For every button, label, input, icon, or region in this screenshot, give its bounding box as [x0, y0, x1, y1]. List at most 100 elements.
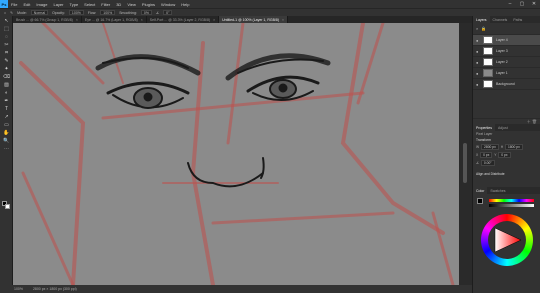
- smoothing-field[interactable]: 0%: [140, 10, 152, 15]
- eye-icon[interactable]: ●: [476, 38, 480, 43]
- vertical-scrollbar[interactable]: [459, 23, 472, 285]
- menu-plugins[interactable]: Plugins: [139, 2, 158, 7]
- menu-3d[interactable]: 3D: [113, 2, 124, 7]
- menu-file[interactable]: File: [8, 2, 20, 7]
- angle-field[interactable]: 0.00°: [480, 160, 495, 166]
- brush-tool-icon[interactable]: ✎: [2, 57, 11, 64]
- brush-icon[interactable]: ✎: [10, 11, 13, 15]
- layer-name: Layer 3: [496, 49, 508, 53]
- menu-layer[interactable]: Layer: [50, 2, 66, 7]
- color-wheel[interactable]: [481, 214, 533, 266]
- menu-type[interactable]: Type: [67, 2, 82, 7]
- minimize-button[interactable]: –: [504, 0, 516, 8]
- tab-color[interactable]: Color: [473, 187, 488, 194]
- layer-name: Layer 1: [496, 71, 508, 75]
- more-tools-icon[interactable]: ⋯: [2, 145, 11, 152]
- close-button[interactable]: ✕: [528, 0, 540, 8]
- hand-tool-icon[interactable]: ✋: [2, 129, 11, 136]
- menu-window[interactable]: Window: [158, 2, 178, 7]
- layer-name: Background: [496, 82, 515, 86]
- dodge-tool-icon[interactable]: ◐: [2, 89, 11, 96]
- eraser-tool-icon[interactable]: ⌫: [2, 73, 11, 80]
- lock-icon[interactable]: 🔒: [481, 26, 486, 31]
- document-tab-active[interactable]: Untitled-1 @ 100% (Layer 1, RGB/8) ×: [219, 16, 289, 23]
- layer-thumbnail: [483, 80, 493, 88]
- color-panel-body: [473, 194, 540, 266]
- menu-select[interactable]: Select: [81, 2, 98, 7]
- shape-tool-icon[interactable]: ▭: [2, 121, 11, 128]
- layer-row[interactable]: ● Layer 2: [473, 57, 540, 68]
- tab-paths[interactable]: Paths: [510, 18, 525, 22]
- zoom-tool-icon[interactable]: 🔍: [2, 137, 11, 144]
- brightness-slider[interactable]: [489, 204, 534, 207]
- document-tab[interactable]: Eye ... @ 16.7% (Layer 1, RGB/8) ×: [82, 16, 147, 23]
- close-tab-icon[interactable]: ×: [282, 18, 284, 22]
- color-triangle[interactable]: [491, 224, 523, 256]
- document-canvas[interactable]: [13, 23, 459, 285]
- angle-field[interactable]: 0°: [163, 10, 173, 15]
- menu-help[interactable]: Help: [178, 2, 192, 7]
- crop-tool-icon[interactable]: ✂: [2, 41, 11, 48]
- menu-filter[interactable]: Filter: [98, 2, 113, 7]
- new-layer-icon[interactable]: ＋: [527, 119, 531, 124]
- maximize-button[interactable]: ▢: [516, 0, 528, 8]
- opacity-field[interactable]: 100%: [68, 10, 84, 15]
- flow-label: Flow:: [87, 10, 97, 15]
- right-panels: Layers Channels Paths ⌕ 🔒 ● Layer 4 ● La…: [472, 16, 540, 293]
- tab-layers[interactable]: Layers: [473, 16, 490, 23]
- layer-row[interactable]: ● Background: [473, 79, 540, 90]
- options-bar: ⌂ ✎ Mode: Normal Opacity: 100% Flow: 100…: [0, 8, 540, 16]
- width-field[interactable]: 2800 px: [481, 144, 499, 150]
- frame-tool-icon[interactable]: ⌗: [2, 49, 11, 56]
- flow-field[interactable]: 100%: [100, 10, 116, 15]
- document-tab[interactable]: Self-Port ... @ 33.3% (Layer 2, RGB/8) ×: [147, 16, 220, 23]
- y-field[interactable]: 0 px: [498, 152, 511, 158]
- angle-icon: ∠: [155, 10, 160, 15]
- status-bar: 100% 2800 px × 1800 px (300 ppi): [0, 285, 472, 293]
- menu-bar: Ps File Edit Image Layer Type Select Fil…: [0, 0, 540, 8]
- layer-row[interactable]: ● Layer 1: [473, 68, 540, 79]
- pen-tool-icon[interactable]: ✒: [2, 97, 11, 104]
- lasso-tool-icon[interactable]: ◌: [2, 33, 11, 40]
- zoom-level[interactable]: 100%: [14, 287, 23, 291]
- background-color-swatch[interactable]: [5, 204, 10, 209]
- home-icon[interactable]: ⌂: [4, 11, 6, 15]
- layer-row[interactable]: ● Layer 4: [473, 35, 540, 46]
- layer-thumbnail: [483, 36, 493, 44]
- properties-panel-tabs: Properties Adjust: [473, 124, 540, 131]
- menu-edit[interactable]: Edit: [20, 2, 33, 7]
- hue-slider[interactable]: [489, 199, 534, 202]
- trash-icon[interactable]: 🗑: [532, 119, 537, 124]
- eye-icon[interactable]: ●: [476, 71, 480, 76]
- eye-icon[interactable]: ●: [476, 49, 480, 54]
- tab-swatches[interactable]: Swatches: [487, 189, 508, 193]
- layer-row[interactable]: ● Layer 3: [473, 46, 540, 57]
- eye-icon[interactable]: ●: [476, 82, 480, 87]
- marquee-tool-icon[interactable]: ⬚: [2, 25, 11, 32]
- transform-wh-row: W 2800 px H 1800 px: [473, 143, 540, 151]
- x-field[interactable]: 0 px: [480, 152, 493, 158]
- eye-icon[interactable]: ●: [476, 60, 480, 65]
- scrollbar-thumb[interactable]: [463, 143, 467, 183]
- healing-tool-icon[interactable]: ✦: [2, 65, 11, 72]
- angle-icon: ∠: [476, 161, 479, 165]
- y-label: Y: [494, 153, 497, 157]
- document-tab[interactable]: Brush ... @ 66.7% (Group 1, RGB/8) ×: [13, 16, 82, 23]
- close-tab-icon[interactable]: ×: [76, 18, 78, 22]
- height-field[interactable]: 1800 px: [505, 144, 523, 150]
- tab-channels[interactable]: Channels: [490, 18, 511, 22]
- document-tabs: Brush ... @ 66.7% (Group 1, RGB/8) × Eye …: [13, 16, 472, 23]
- tab-properties[interactable]: Properties: [473, 124, 495, 131]
- search-icon[interactable]: ⌕: [476, 26, 478, 31]
- path-select-tool-icon[interactable]: ↗: [2, 113, 11, 120]
- gradient-tool-icon[interactable]: ▨: [2, 81, 11, 88]
- menu-image[interactable]: Image: [33, 2, 50, 7]
- foreground-color-chip[interactable]: [477, 198, 483, 204]
- menu-view[interactable]: View: [124, 2, 139, 7]
- tab-adjust[interactable]: Adjust: [495, 126, 511, 130]
- type-tool-icon[interactable]: T: [2, 105, 11, 112]
- move-tool-icon[interactable]: ↖: [2, 17, 11, 24]
- mode-select[interactable]: Normal: [30, 10, 49, 15]
- close-tab-icon[interactable]: ×: [141, 18, 143, 22]
- close-tab-icon[interactable]: ×: [213, 18, 215, 22]
